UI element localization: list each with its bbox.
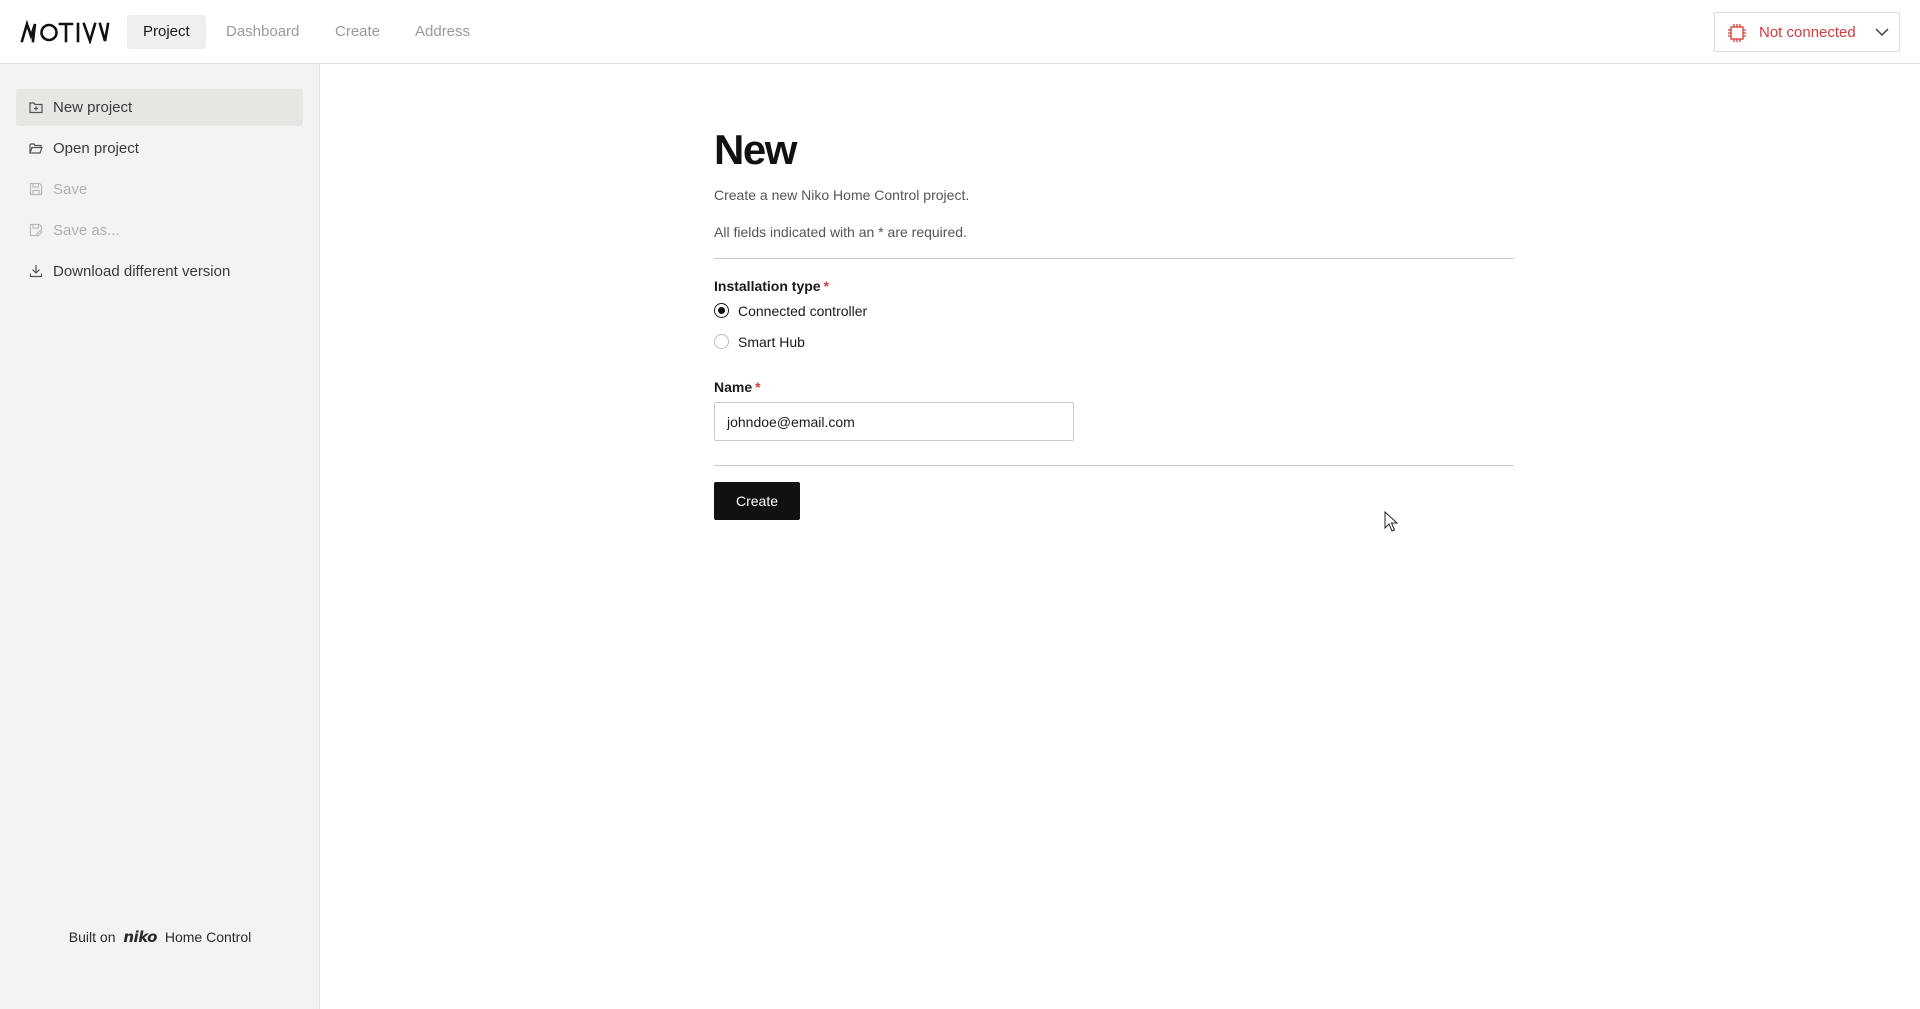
built-on-prefix: Built on bbox=[68, 929, 116, 945]
sidebar-item-download-version[interactable]: Download different version bbox=[16, 253, 303, 290]
sidebar-item-label: New project bbox=[53, 99, 133, 116]
connection-status: Not connected bbox=[1759, 24, 1856, 41]
sidebar-item-save[interactable]: Save bbox=[16, 171, 303, 208]
sidebar: New project Open project Save Save as...… bbox=[0, 64, 320, 1009]
required-marker: * bbox=[823, 278, 830, 294]
tab-dashboard[interactable]: Dashboard bbox=[210, 15, 315, 49]
sidebar-item-label: Open project bbox=[53, 140, 139, 157]
motiv-logo[interactable] bbox=[20, 20, 110, 44]
built-on-suffix: Home Control bbox=[164, 929, 252, 945]
sidebar-item-label: Download different version bbox=[53, 263, 231, 280]
sidebar-item-new-project[interactable]: New project bbox=[16, 89, 303, 126]
page-subtitle: Create a new Niko Home Control project. bbox=[714, 187, 970, 203]
folder-open-icon bbox=[29, 143, 43, 154]
sidebar-item-save-as[interactable]: Save as... bbox=[16, 212, 303, 249]
installation-type-label-text: Installation type bbox=[714, 278, 821, 294]
tab-create[interactable]: Create bbox=[319, 15, 396, 49]
chevron-down-icon bbox=[1875, 28, 1889, 37]
sidebar-item-open-project[interactable]: Open project bbox=[16, 130, 303, 167]
niko-brand: niko bbox=[123, 928, 157, 946]
mouse-cursor-icon bbox=[1384, 511, 1398, 532]
radio-connected-controller[interactable]: Connected controller bbox=[714, 300, 914, 322]
connection-dropdown[interactable]: Not connected bbox=[1714, 12, 1900, 52]
radio-label[interactable]: Connected controller bbox=[738, 303, 867, 319]
installation-type-label: Installation type * bbox=[714, 278, 829, 294]
divider bbox=[714, 258, 1514, 259]
divider bbox=[714, 465, 1514, 466]
radio-button-checked[interactable] bbox=[714, 303, 729, 318]
required-note: All fields indicated with an * are requi… bbox=[714, 224, 967, 240]
tab-project[interactable]: Project bbox=[127, 15, 206, 49]
top-bar: Project Dashboard Create Address Not con… bbox=[0, 0, 1920, 64]
radio-label[interactable]: Smart Hub bbox=[738, 334, 805, 350]
required-marker: * bbox=[755, 379, 761, 395]
save-icon bbox=[29, 182, 43, 196]
page-title: New bbox=[714, 126, 797, 173]
built-on-footer: Built on niko Home Control bbox=[0, 928, 320, 946]
folder-plus-icon bbox=[29, 102, 43, 114]
create-button[interactable]: Create bbox=[714, 482, 800, 520]
sidebar-item-label: Save bbox=[53, 181, 88, 198]
name-input[interactable] bbox=[714, 402, 1074, 441]
chip-icon bbox=[1728, 24, 1746, 42]
radio-button[interactable] bbox=[714, 334, 729, 349]
radio-smart-hub[interactable]: Smart Hub bbox=[714, 331, 914, 353]
name-label: Name * bbox=[714, 379, 761, 395]
name-label-text: Name bbox=[714, 379, 753, 395]
download-icon bbox=[29, 265, 43, 278]
save-as-icon bbox=[29, 223, 43, 237]
tab-address[interactable]: Address bbox=[399, 15, 486, 49]
sidebar-item-label: Save as... bbox=[53, 222, 120, 239]
